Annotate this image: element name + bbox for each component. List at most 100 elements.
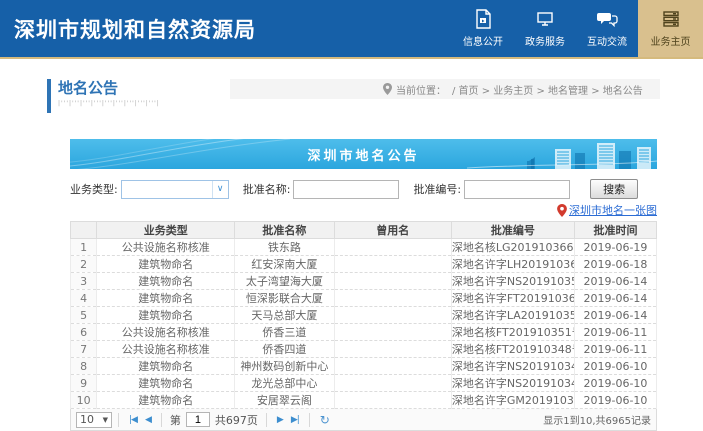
row-number: 4 — [71, 290, 97, 307]
map-link-row: 深圳市地名一张图 — [70, 201, 657, 219]
city-map-link[interactable]: 深圳市地名一张图 — [569, 202, 657, 218]
cell-date: 2019-06-14 — [574, 273, 656, 290]
cell-former — [334, 256, 451, 273]
last-page-button[interactable]: ▶| — [287, 415, 303, 425]
col-business-type[interactable]: 业务类型 — [97, 222, 235, 239]
location-pin-icon — [383, 83, 392, 95]
table-row[interactable]: 2建筑物命名红安深南大厦深地名许字LH201910365号2019-06-18 — [71, 256, 657, 273]
table-row[interactable]: 7公共设施名称核准侨香四道深地名核FT201910348号2019-06-11 — [71, 341, 657, 358]
page-size-select[interactable]: 10 ▼ — [76, 412, 112, 428]
cell-code: 深地名核LG201910366号 — [451, 239, 574, 256]
business-type-label: 业务类型: — [70, 181, 118, 197]
approved-name-label: 批准名称: — [243, 181, 291, 197]
approved-name-input[interactable] — [293, 180, 399, 199]
cell-date: 2019-06-11 — [574, 341, 656, 358]
current-page-input[interactable] — [186, 412, 210, 427]
nav-label: 信息公开 — [463, 33, 503, 48]
cell-date: 2019-06-11 — [574, 324, 656, 341]
banner-swoosh-decoration — [70, 139, 290, 169]
cell-code: 深地名许字NS201910340号 — [451, 375, 574, 392]
row-number: 10 — [71, 392, 97, 409]
cell-code: 深地名许字GM201910338号 — [451, 392, 574, 409]
breadcrumb-path[interactable]: / 首页 > 业务主页 > 地名管理 > 地名公告 — [452, 82, 643, 97]
cell-former — [334, 239, 451, 256]
table-row[interactable]: 5建筑物命名天马总部大厦深地名许字LA201910356号2019-06-14 — [71, 307, 657, 324]
row-number: 2 — [71, 256, 97, 273]
col-former-name[interactable]: 曾用名 — [334, 222, 451, 239]
banner-skyline-decoration — [467, 139, 657, 169]
caret-down-icon: ▼ — [103, 416, 108, 424]
nav-item-interaction[interactable]: 互动交流 — [576, 0, 638, 57]
breadcrumb: 当前位置： / 首页 > 业务主页 > 地名管理 > 地名公告 — [230, 79, 660, 99]
nav-label: 互动交流 — [587, 33, 627, 48]
filter-bar: 业务类型: ∨ 批准名称: 批准编号: 搜索 — [70, 179, 657, 199]
cell-code: 深地名许字FT201910360号 — [451, 290, 574, 307]
monitor-icon — [535, 9, 555, 29]
cell-date: 2019-06-18 — [574, 256, 656, 273]
cell-name: 恒深影联合大厦 — [235, 290, 335, 307]
cell-type: 建筑物命名 — [97, 290, 235, 307]
cell-date: 2019-06-10 — [574, 392, 656, 409]
prev-page-button[interactable]: ◀ — [141, 415, 155, 425]
nav-item-info-disclosure[interactable]: 信息公开 — [452, 0, 514, 57]
cell-type: 公共设施名称核准 — [97, 324, 235, 341]
divider — [266, 413, 267, 427]
cell-date: 2019-06-19 — [574, 239, 656, 256]
cell-type: 建筑物命名 — [97, 256, 235, 273]
page: 深圳市规划和自然资源局 信息公开 政务服务 互动交流 — [0, 0, 703, 430]
row-number: 6 — [71, 324, 97, 341]
first-page-button[interactable]: |◀ — [125, 415, 141, 425]
refresh-icon[interactable]: ↻ — [316, 413, 334, 427]
cell-name: 天马总部大厦 — [235, 307, 335, 324]
cell-name: 红安深南大厦 — [235, 256, 335, 273]
cell-former — [334, 307, 451, 324]
table-row[interactable]: 1公共设施名称核准铁东路深地名核LG201910366号2019-06-19 — [71, 239, 657, 256]
cell-code: 深地名许字LA201910356号 — [451, 307, 574, 324]
header-underline — [0, 57, 703, 59]
site-title: 深圳市规划和自然资源局 — [0, 14, 452, 44]
row-number: 5 — [71, 307, 97, 324]
panel-banner: 深圳市地名公告 — [70, 139, 657, 169]
row-number: 3 — [71, 273, 97, 290]
table-row[interactable]: 8建筑物命名神州数码创新中心深地名许字NS201910342号2019-06-1… — [71, 358, 657, 375]
announcement-table: 业务类型 批准名称 曾用名 批准编号 批准时间 1公共设施名称核准铁东路深地名核… — [70, 221, 657, 409]
cell-former — [334, 358, 451, 375]
cell-former — [334, 375, 451, 392]
row-number: 1 — [71, 239, 97, 256]
cell-code: 深地名许字NS201910358号 — [451, 273, 574, 290]
col-row-number — [71, 222, 97, 239]
next-page-button[interactable]: ▶ — [273, 415, 287, 425]
cell-type: 公共设施名称核准 — [97, 341, 235, 358]
site-header: 深圳市规划和自然资源局 信息公开 政务服务 互动交流 — [0, 0, 703, 57]
cell-former — [334, 290, 451, 307]
table-row[interactable]: 9建筑物命名龙光总部中心深地名许字NS201910340号2019-06-10 — [71, 375, 657, 392]
cell-type: 建筑物命名 — [97, 273, 235, 290]
cell-type: 建筑物命名 — [97, 392, 235, 409]
col-approval-date[interactable]: 批准时间 — [574, 222, 656, 239]
cell-former — [334, 392, 451, 409]
header-nav: 信息公开 政务服务 互动交流 业务主页 — [452, 0, 703, 57]
table-row[interactable]: 3建筑物命名太子湾望海大厦深地名许字NS201910358号2019-06-14 — [71, 273, 657, 290]
row-number: 9 — [71, 375, 97, 392]
divider — [161, 413, 162, 427]
business-type-select[interactable]: ∨ — [121, 180, 229, 199]
cell-name: 神州数码创新中心 — [235, 358, 335, 375]
section-head: 地名公告 |'''|'''|'''|'''|'''|'''|'''|'''|''… — [47, 79, 160, 113]
table-row[interactable]: 10建筑物命名安居翠云阁 深地名许字GM201910338号2019-06-10 — [71, 392, 657, 409]
nav-item-business-home[interactable]: 业务主页 — [638, 0, 703, 57]
search-button[interactable]: 搜索 — [590, 179, 638, 199]
row-number: 7 — [71, 341, 97, 358]
chat-icon — [596, 9, 618, 29]
col-approval-code[interactable]: 批准编号 — [451, 222, 574, 239]
document-icon — [473, 9, 493, 29]
breadcrumb-row: 地名公告 |'''|'''|'''|'''|'''|'''|'''|'''|''… — [0, 79, 703, 113]
cell-name: 安居翠云阁 — [235, 392, 335, 409]
approval-code-input[interactable] — [464, 180, 570, 199]
nav-item-gov-services[interactable]: 政务服务 — [514, 0, 576, 57]
table-row[interactable]: 4建筑物命名恒深影联合大厦 深地名许字FT201910360号2019-06-14 — [71, 290, 657, 307]
table-row[interactable]: 6公共设施名称核准侨香三道深地名核FT201910351号2019-06-11 — [71, 324, 657, 341]
row-number: 8 — [71, 358, 97, 375]
cell-date: 2019-06-14 — [574, 290, 656, 307]
col-approved-name[interactable]: 批准名称 — [235, 222, 335, 239]
cell-date: 2019-06-10 — [574, 358, 656, 375]
